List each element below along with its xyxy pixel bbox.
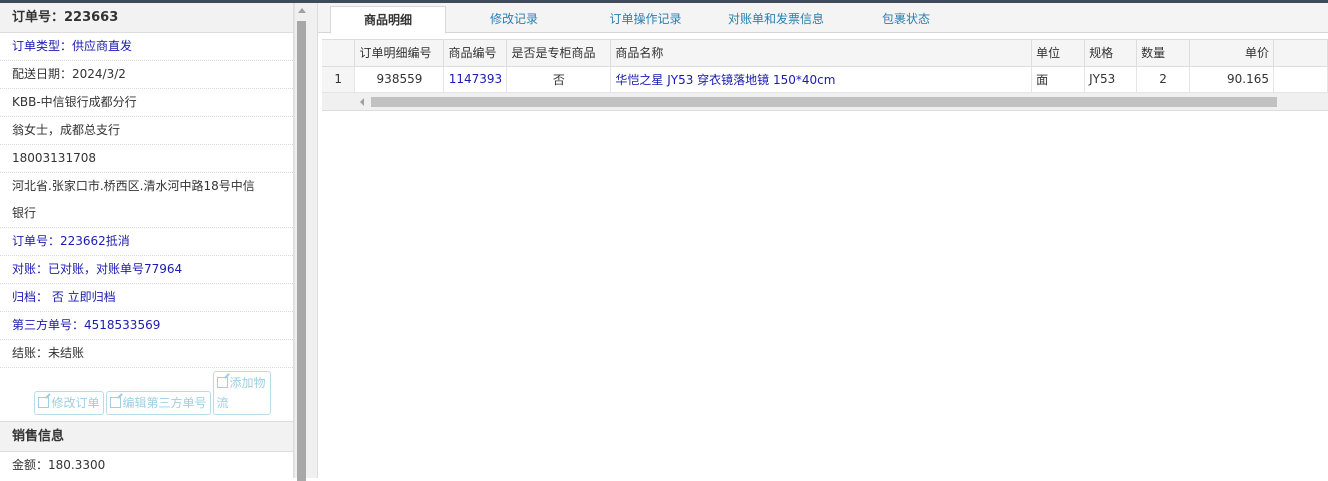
order-type-row: 订单类型：供应商直发 (0, 33, 293, 61)
add-logistics-button[interactable]: 添加物流 (212, 371, 271, 415)
sales-info-header: 销售信息 (0, 422, 293, 452)
overflow-cell (1273, 66, 1328, 93)
tab-edit-history[interactable]: 修改记录 (468, 6, 560, 33)
offset-order-row: 订单号：223662抵消 (0, 228, 293, 256)
order-info-panel: 订单号：223663 订单类型：供应商直发 配送日期：2024/3/2 KBB-… (0, 3, 294, 478)
column-header[interactable]: 商品编号 (443, 40, 508, 67)
table-row[interactable]: 1 938559 1147393 否 华恺之星 JY53 穿衣镜落地镜 150*… (322, 66, 1328, 93)
scroll-up-icon[interactable] (298, 8, 306, 13)
left-panel-scrollbar[interactable] (294, 3, 308, 481)
row-number-header (322, 40, 356, 67)
edit-order-button[interactable]: 修改订单 (34, 391, 104, 415)
scrollbar-thumb[interactable] (297, 21, 306, 481)
product-grid: 订单明细编号 商品编号 是否是专柜商品 商品名称 单位 规格 数量 单价 1 9… (322, 39, 1328, 111)
edit-third-party-button[interactable]: 编辑第三方单号 (105, 391, 211, 415)
phone-row: 18003131708 (0, 145, 293, 173)
third-party-number-row: 第三方单号：4518533569 (0, 312, 293, 340)
detail-id-cell: 938559 (354, 66, 445, 93)
product-name-link[interactable]: 华恺之星 JY53 穿衣镜落地镜 150*40cm (610, 66, 1033, 93)
table-horizontal-scrollbar[interactable] (322, 92, 1328, 111)
row-number: 1 (322, 66, 356, 93)
column-header[interactable]: 单位 (1031, 40, 1086, 67)
product-table: 订单明细编号 商品编号 是否是专柜商品 商品名称 单位 规格 数量 单价 1 9… (322, 40, 1328, 93)
amount-row: 金额：180.3300 (0, 452, 293, 478)
column-header-overflow (1273, 40, 1328, 67)
order-actions: 修改订单 编辑第三方单号添加物流 (0, 368, 293, 422)
unit-cell: 面 (1031, 66, 1086, 93)
archive-row: 归档： 否 立即归档 (0, 284, 293, 312)
spec-cell: JY53 (1084, 66, 1138, 93)
order-number-header: 订单号：223663 (0, 3, 293, 33)
column-header[interactable]: 规格 (1084, 40, 1138, 67)
tab-package-status[interactable]: 包裹状态 (866, 6, 946, 33)
edit-icon (109, 397, 121, 408)
splitter (308, 3, 318, 478)
address-row-line1: 河北省.张家口市.桥西区.清水河中路18号中信 (12, 179, 255, 193)
column-header[interactable]: 商品名称 (610, 40, 1033, 67)
contact-row: 翁女士，成都总支行 (0, 117, 293, 145)
customer-company-row: KBB-中信银行成都分行 (0, 89, 293, 117)
unit-price-cell: 90.165 (1189, 66, 1275, 93)
is-counter-cell: 否 (506, 66, 612, 93)
address-row-line2: 银行 (0, 200, 293, 228)
tab-order-operation-log[interactable]: 订单操作记录 (588, 6, 703, 33)
delivery-date-row: 配送日期：2024/3/2 (0, 61, 293, 89)
horizontal-scrollbar-thumb[interactable] (371, 96, 1277, 107)
edit-icon (38, 397, 50, 408)
product-id-link[interactable]: 1147393 (443, 66, 508, 93)
column-header[interactable]: 是否是专柜商品 (506, 40, 612, 67)
tab-reconciliation-invoice[interactable]: 对账单和发票信息 (716, 6, 836, 33)
detail-panel: 商品明细 修改记录 订单操作记录 对账单和发票信息 包裹状态 订单明细编号 商品… (318, 3, 1328, 478)
tab-bar: 商品明细 修改记录 订单操作记录 对账单和发票信息 包裹状态 (318, 3, 1328, 34)
column-header[interactable]: 单价 (1189, 40, 1275, 67)
edit-icon (216, 377, 228, 388)
scroll-left-icon[interactable] (360, 97, 364, 106)
column-header[interactable]: 数量 (1136, 40, 1191, 67)
column-header[interactable]: 订单明细编号 (354, 40, 445, 67)
reconciliation-row: 对账：已对账，对账单号77964 (0, 256, 293, 284)
quantity-cell: 2 (1136, 66, 1191, 93)
tab-product-details[interactable]: 商品明细 (330, 6, 446, 34)
table-header-row: 订单明细编号 商品编号 是否是专柜商品 商品名称 单位 规格 数量 单价 (322, 40, 1328, 67)
settlement-row: 结账：未结账 (0, 340, 293, 368)
